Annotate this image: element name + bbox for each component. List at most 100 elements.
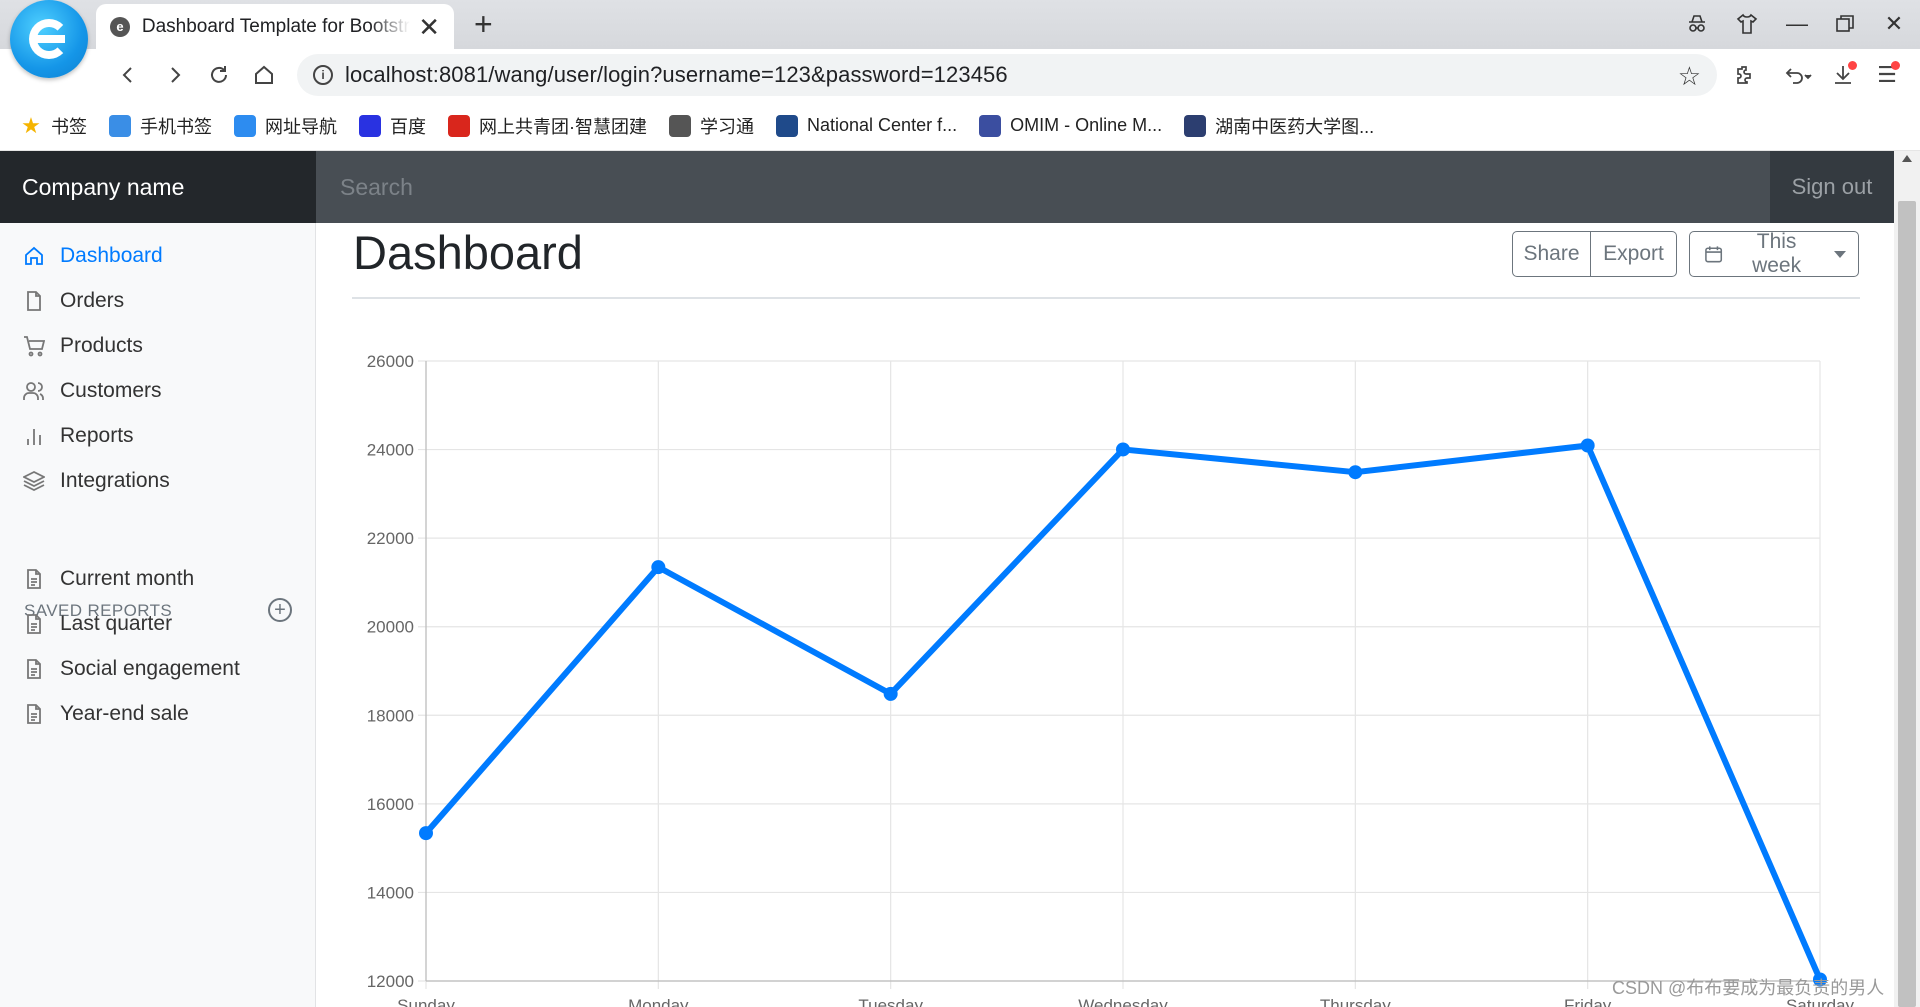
browser-logo-icon[interactable] bbox=[10, 0, 88, 78]
sidebar-item-reports[interactable]: Reports bbox=[22, 416, 134, 456]
sidebar-item-label: Orders bbox=[60, 289, 125, 312]
bookmark-label: 学习通 bbox=[700, 116, 754, 137]
reload-icon[interactable] bbox=[203, 59, 235, 91]
close-window-icon[interactable]: ✕ bbox=[1878, 8, 1910, 40]
extensions-icon[interactable] bbox=[1729, 59, 1761, 91]
bookmark-label: National Center f... bbox=[807, 115, 958, 135]
new-tab-icon[interactable]: + bbox=[474, 6, 493, 42]
bookmark-item[interactable]: 百度 bbox=[359, 113, 426, 139]
sidebar-item-year-end-sale[interactable]: Year-end sale bbox=[22, 694, 189, 734]
bookmark-label: 手机书签 bbox=[140, 116, 212, 137]
sidebar-item-label: Year-end sale bbox=[60, 702, 189, 725]
sidebar-item-social-engagement[interactable]: Social engagement bbox=[22, 649, 240, 689]
sign-out-link[interactable]: Sign out bbox=[1770, 151, 1894, 223]
brand-link[interactable]: Company name bbox=[0, 151, 316, 223]
home-page-icon[interactable] bbox=[248, 59, 280, 91]
sidebar-item-products[interactable]: Products bbox=[22, 326, 143, 366]
sidebar-item-label: Integrations bbox=[60, 469, 170, 492]
sidebar-item-orders[interactable]: Orders bbox=[22, 281, 124, 321]
incognito-icon[interactable] bbox=[1681, 8, 1713, 40]
add-report-icon[interactable]: + bbox=[268, 598, 292, 622]
star-icon: ★ bbox=[21, 112, 41, 138]
x-tick-label: Monday bbox=[628, 996, 689, 1007]
restore-icon[interactable] bbox=[1829, 8, 1861, 40]
x-tick-label: Friday bbox=[1564, 996, 1612, 1007]
y-tick-label: 16000 bbox=[367, 795, 414, 814]
youth-league-icon bbox=[448, 114, 470, 137]
data-point bbox=[883, 686, 898, 701]
sidebar-item-dashboard[interactable]: Dashboard bbox=[22, 236, 163, 276]
library-icon bbox=[1184, 114, 1207, 137]
sidebar-item-current-month[interactable]: Current month bbox=[22, 559, 194, 599]
dashboard-app: Company name Sign out SAVED REPORTS + Da… bbox=[0, 151, 1920, 1007]
scroll-thumb[interactable] bbox=[1898, 201, 1916, 1007]
this-week-label: This week bbox=[1752, 230, 1802, 277]
share-export-button-group: Share Export bbox=[1512, 231, 1677, 277]
phone-icon bbox=[109, 114, 131, 137]
bookmark-item[interactable]: ★ 书签 bbox=[20, 113, 87, 139]
sidebar-item-label: Last quarter bbox=[60, 612, 173, 635]
data-point bbox=[1348, 465, 1363, 480]
caret-down-icon bbox=[1834, 250, 1846, 258]
y-tick-label: 22000 bbox=[367, 529, 414, 548]
x-tick-label: Sunday bbox=[397, 996, 455, 1007]
sidebar: SAVED REPORTS + Dashboard Orders Products C… bbox=[0, 223, 316, 1007]
bar-chart-icon bbox=[22, 424, 46, 448]
data-point bbox=[1116, 442, 1130, 457]
bookmark-item[interactable]: 网址导航 bbox=[234, 113, 337, 139]
nav-icon bbox=[234, 114, 256, 137]
bookmark-label: 网址导航 bbox=[265, 116, 337, 137]
x-tick-label: Thursday bbox=[1320, 996, 1391, 1007]
scroll-up-icon[interactable] bbox=[1902, 155, 1912, 162]
watermark-text: CSDN @布布要成为最负责的男人 bbox=[1612, 978, 1885, 998]
address-bar[interactable]: i localhost:8081/wang/user/login?usernam… bbox=[297, 54, 1717, 96]
bookmark-item[interactable]: 网上共青团·智慧团建 bbox=[448, 113, 647, 139]
site-info-icon[interactable]: i bbox=[313, 65, 333, 85]
x-tick-label: Tuesday bbox=[858, 996, 923, 1007]
browser-tab[interactable]: e Dashboard Template for Bootstrap ✕ bbox=[96, 4, 454, 49]
page-scrollbar[interactable] bbox=[1894, 151, 1920, 1007]
share-button[interactable]: Share bbox=[1512, 231, 1591, 277]
forward-icon[interactable] bbox=[159, 59, 191, 91]
file-icon bbox=[22, 289, 46, 313]
tab-close-icon[interactable]: ✕ bbox=[418, 14, 440, 40]
search-input[interactable] bbox=[316, 151, 1770, 223]
x-tick-label: Wednesday bbox=[1078, 996, 1168, 1007]
download-notification-dot bbox=[1848, 61, 1857, 70]
back-icon[interactable] bbox=[112, 59, 144, 91]
sidebar-item-customers[interactable]: Customers bbox=[22, 371, 162, 411]
y-tick-label: 18000 bbox=[367, 706, 414, 725]
bookmark-star-icon[interactable]: ☆ bbox=[1678, 61, 1701, 92]
cart-icon bbox=[22, 334, 46, 358]
bookmark-label: 百度 bbox=[390, 116, 426, 137]
sidebar-item-label: Dashboard bbox=[60, 244, 163, 267]
bookmark-label: 网上共青团·智慧团建 bbox=[479, 116, 647, 137]
sidebar-item-integrations[interactable]: Integrations bbox=[22, 461, 170, 501]
layers-icon bbox=[22, 469, 46, 493]
y-tick-label: 14000 bbox=[367, 883, 414, 902]
data-point bbox=[1580, 438, 1595, 453]
undo-close-tab-icon[interactable] bbox=[1775, 59, 1819, 91]
omim-icon bbox=[979, 114, 1002, 137]
shirt-skin-icon[interactable] bbox=[1731, 8, 1763, 40]
baidu-paw-icon bbox=[359, 114, 381, 137]
bookmark-item[interactable]: 湖南中医药大学图... bbox=[1184, 113, 1374, 139]
browser-titlebar: e Dashboard Template for Bootstrap ✕ + —… bbox=[0, 0, 1920, 78]
ncbi-icon bbox=[776, 114, 798, 137]
sidebar-item-last-quarter[interactable]: Last quarter bbox=[22, 604, 172, 644]
y-tick-label: 12000 bbox=[367, 972, 414, 991]
top-navbar: Company name Sign out bbox=[0, 151, 1894, 223]
bookmark-item[interactable]: OMIM - Online M... bbox=[979, 114, 1162, 137]
bookmark-item[interactable]: 手机书签 bbox=[109, 113, 212, 139]
users-icon bbox=[22, 379, 46, 403]
export-button[interactable]: Export bbox=[1591, 231, 1677, 277]
home-icon bbox=[22, 244, 46, 268]
minimize-icon[interactable]: — bbox=[1781, 8, 1813, 40]
bookmark-item[interactable]: National Center f... bbox=[776, 114, 958, 137]
this-week-dropdown[interactable]: This week bbox=[1689, 230, 1859, 277]
main-content: Dashboard Share Export This week 12000 14… bbox=[316, 223, 1894, 1007]
bookmark-item[interactable]: 学习通 bbox=[669, 113, 754, 139]
sidebar-item-label: Customers bbox=[60, 379, 162, 402]
address-url[interactable]: localhost:8081/wang/user/login?username=… bbox=[345, 62, 1008, 88]
sidebar-item-label: Social engagement bbox=[60, 657, 240, 680]
